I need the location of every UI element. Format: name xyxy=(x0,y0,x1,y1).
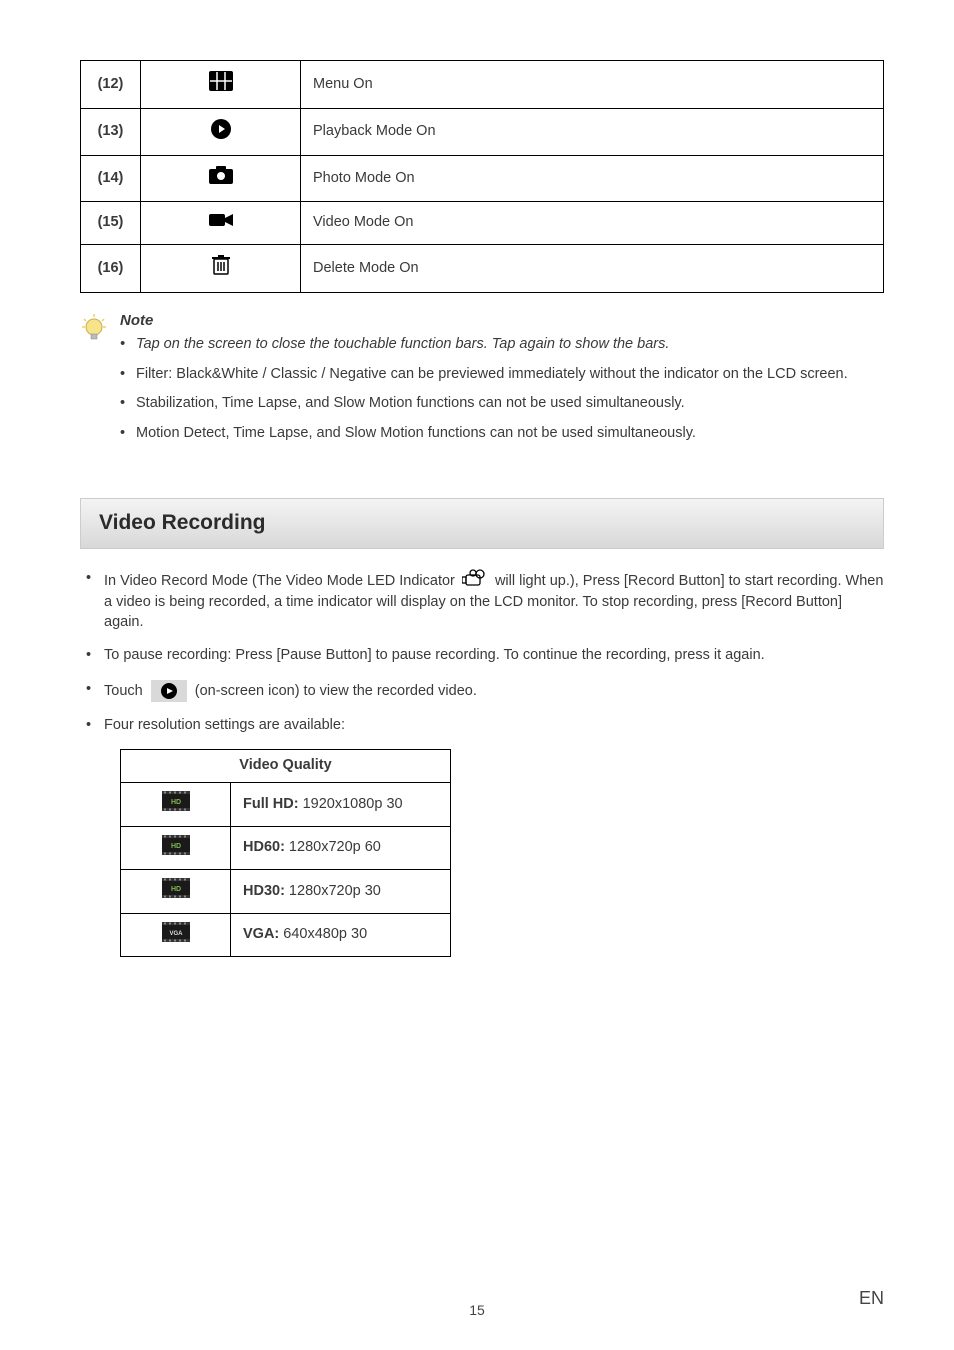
page-number: 15 xyxy=(0,1301,954,1320)
note-title: Note xyxy=(120,311,884,331)
note-block: Note Tap on the screen to close the touc… xyxy=(80,311,884,454)
note-item: Filter: Black&White / Classic / Negative… xyxy=(120,365,884,385)
quality-table: Video Quality HD Full HD: 1920x1080p 30 … xyxy=(120,749,451,957)
svg-text:HD: HD xyxy=(170,843,180,850)
video-mode-icon xyxy=(209,212,233,228)
row-num: (13) xyxy=(81,108,141,156)
row-desc: Delete Mode On xyxy=(301,245,884,293)
body-item: Four resolution settings are available: xyxy=(80,716,884,736)
filmstrip-vga-icon: VGA xyxy=(162,930,190,946)
row-desc: Playback Mode On xyxy=(301,108,884,156)
svg-text:HD: HD xyxy=(170,886,180,893)
row-desc: Menu On xyxy=(301,61,884,109)
note-item: Stabilization, Time Lapse, and Slow Moti… xyxy=(120,394,884,414)
body-item: Touch (on-screen icon) to view the recor… xyxy=(80,680,884,702)
row-num: (12) xyxy=(81,61,141,109)
delete-trash-icon xyxy=(212,255,230,275)
note-item: Tap on the screen to close the touchable… xyxy=(120,335,884,355)
body-item: To pause recording: Press [Pause Button]… xyxy=(80,646,884,666)
lightbulb-icon xyxy=(80,313,110,352)
row-desc: Photo Mode On xyxy=(301,156,884,202)
quality-header: Video Quality xyxy=(121,750,451,783)
svg-text:HD: HD xyxy=(170,799,180,806)
svg-text:VGA: VGA xyxy=(169,931,183,937)
filmstrip-hd-icon: HD xyxy=(162,843,190,859)
body-list: In Video Record Mode (The Video Mode LED… xyxy=(80,569,884,736)
lang-label: EN xyxy=(859,1286,884,1310)
note-item: Motion Detect, Time Lapse, and Slow Moti… xyxy=(120,424,884,444)
body-item: In Video Record Mode (The Video Mode LED… xyxy=(80,569,884,633)
filmstrip-hd-icon: HD xyxy=(162,799,190,815)
photo-mode-icon xyxy=(209,166,233,184)
camcorder-icon xyxy=(462,569,488,594)
row-num: (15) xyxy=(81,201,141,245)
filmstrip-hd-icon: HD xyxy=(162,886,190,902)
section-heading: Video Recording xyxy=(80,498,884,548)
modes-table: (12) Menu On (13) xyxy=(80,60,884,293)
row-desc: Video Mode On xyxy=(301,201,884,245)
row-num: (14) xyxy=(81,156,141,202)
row-num: (16) xyxy=(81,245,141,293)
play-chip-icon xyxy=(151,680,187,702)
menu-grid-icon xyxy=(209,71,233,91)
playback-icon xyxy=(211,119,231,139)
